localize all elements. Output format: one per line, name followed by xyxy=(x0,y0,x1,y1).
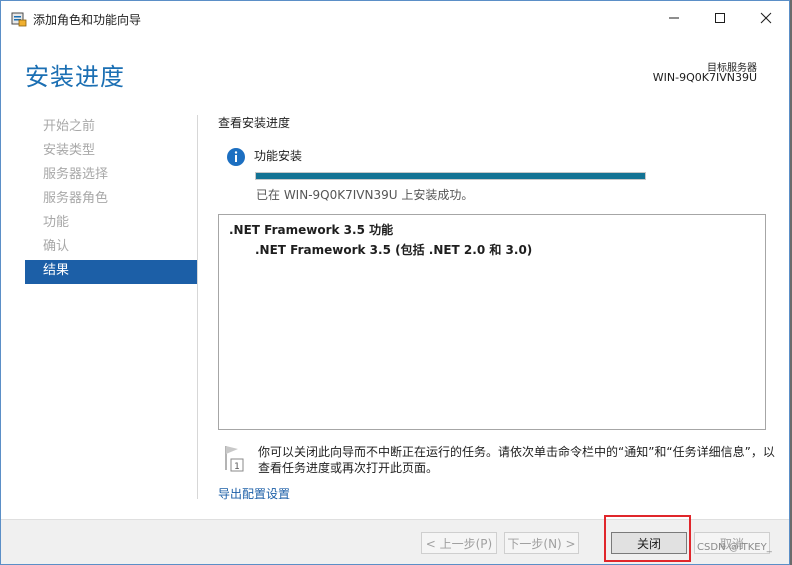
minimize-button[interactable] xyxy=(651,1,697,35)
watermark: CSDN @ITKEY_ xyxy=(697,542,772,553)
content-pane: 查看安装进度 功能安装 已在 WIN-9Q0K7IVN39U 上安装成功。 .N… xyxy=(218,111,778,506)
server-manager-icon xyxy=(11,11,27,27)
progress-fill xyxy=(256,173,645,179)
previous-button[interactable]: < 上一步(P) xyxy=(421,532,497,554)
install-progress-bar xyxy=(255,172,646,180)
wizard-nav: 开始之前 安装类型 服务器选择 服务器角色 功能 确认 结果 xyxy=(25,116,197,284)
install-status-text: 已在 WIN-9Q0K7IVN39U 上安装成功。 xyxy=(256,188,474,202)
results-list[interactable]: .NET Framework 3.5 功能 .NET Framework 3.5… xyxy=(218,214,766,430)
close-icon xyxy=(760,12,772,24)
next-button[interactable]: 下一步(N) > xyxy=(504,532,579,554)
target-server-name: WIN-9Q0K7IVN39U xyxy=(652,71,757,84)
nav-item-server-roles[interactable]: 服务器角色 xyxy=(25,188,197,212)
close-button-highlight xyxy=(604,515,691,562)
nav-item-confirmation[interactable]: 确认 xyxy=(25,236,197,260)
nav-item-before-you-begin[interactable]: 开始之前 xyxy=(25,116,197,140)
page-title: 安装进度 xyxy=(25,63,125,91)
title-bar[interactable]: 添加角色和功能向导 xyxy=(1,1,789,37)
result-subitem: .NET Framework 3.5 (包括 .NET 2.0 和 3.0) xyxy=(255,243,533,257)
maximize-icon xyxy=(715,13,725,23)
result-item: .NET Framework 3.5 功能 xyxy=(229,223,394,237)
nav-divider xyxy=(197,115,198,499)
export-config-link[interactable]: 导出配置设置 xyxy=(218,485,290,502)
nav-item-installation-type[interactable]: 安装类型 xyxy=(25,140,197,164)
section-title: 查看安装进度 xyxy=(218,116,291,130)
nav-item-results[interactable]: 结果 xyxy=(25,260,197,284)
maximize-button[interactable] xyxy=(697,1,743,35)
minimize-icon xyxy=(669,17,679,19)
window-title: 添加角色和功能向导 xyxy=(33,13,142,27)
close-window-button[interactable] xyxy=(743,1,789,35)
notification-flag-icon: 1 xyxy=(222,444,244,472)
svg-text:1: 1 xyxy=(234,462,240,472)
nav-item-server-selection[interactable]: 服务器选择 xyxy=(25,164,197,188)
wizard-header: 安装进度 目标服务器 WIN-9Q0K7IVN39U xyxy=(1,37,789,107)
feature-install-label: 功能安装 xyxy=(254,149,303,163)
close-wizard-note: 你可以关闭此向导而不中断正在运行的任务。请依次单击命令栏中的“通知”和“任务详细… xyxy=(258,445,775,475)
info-icon xyxy=(226,147,246,167)
wizard-window: 添加角色和功能向导 安装进度 目标服务器 WIN-9Q0K7IVN39U 开始之… xyxy=(0,0,790,565)
nav-item-features[interactable]: 功能 xyxy=(25,212,197,236)
